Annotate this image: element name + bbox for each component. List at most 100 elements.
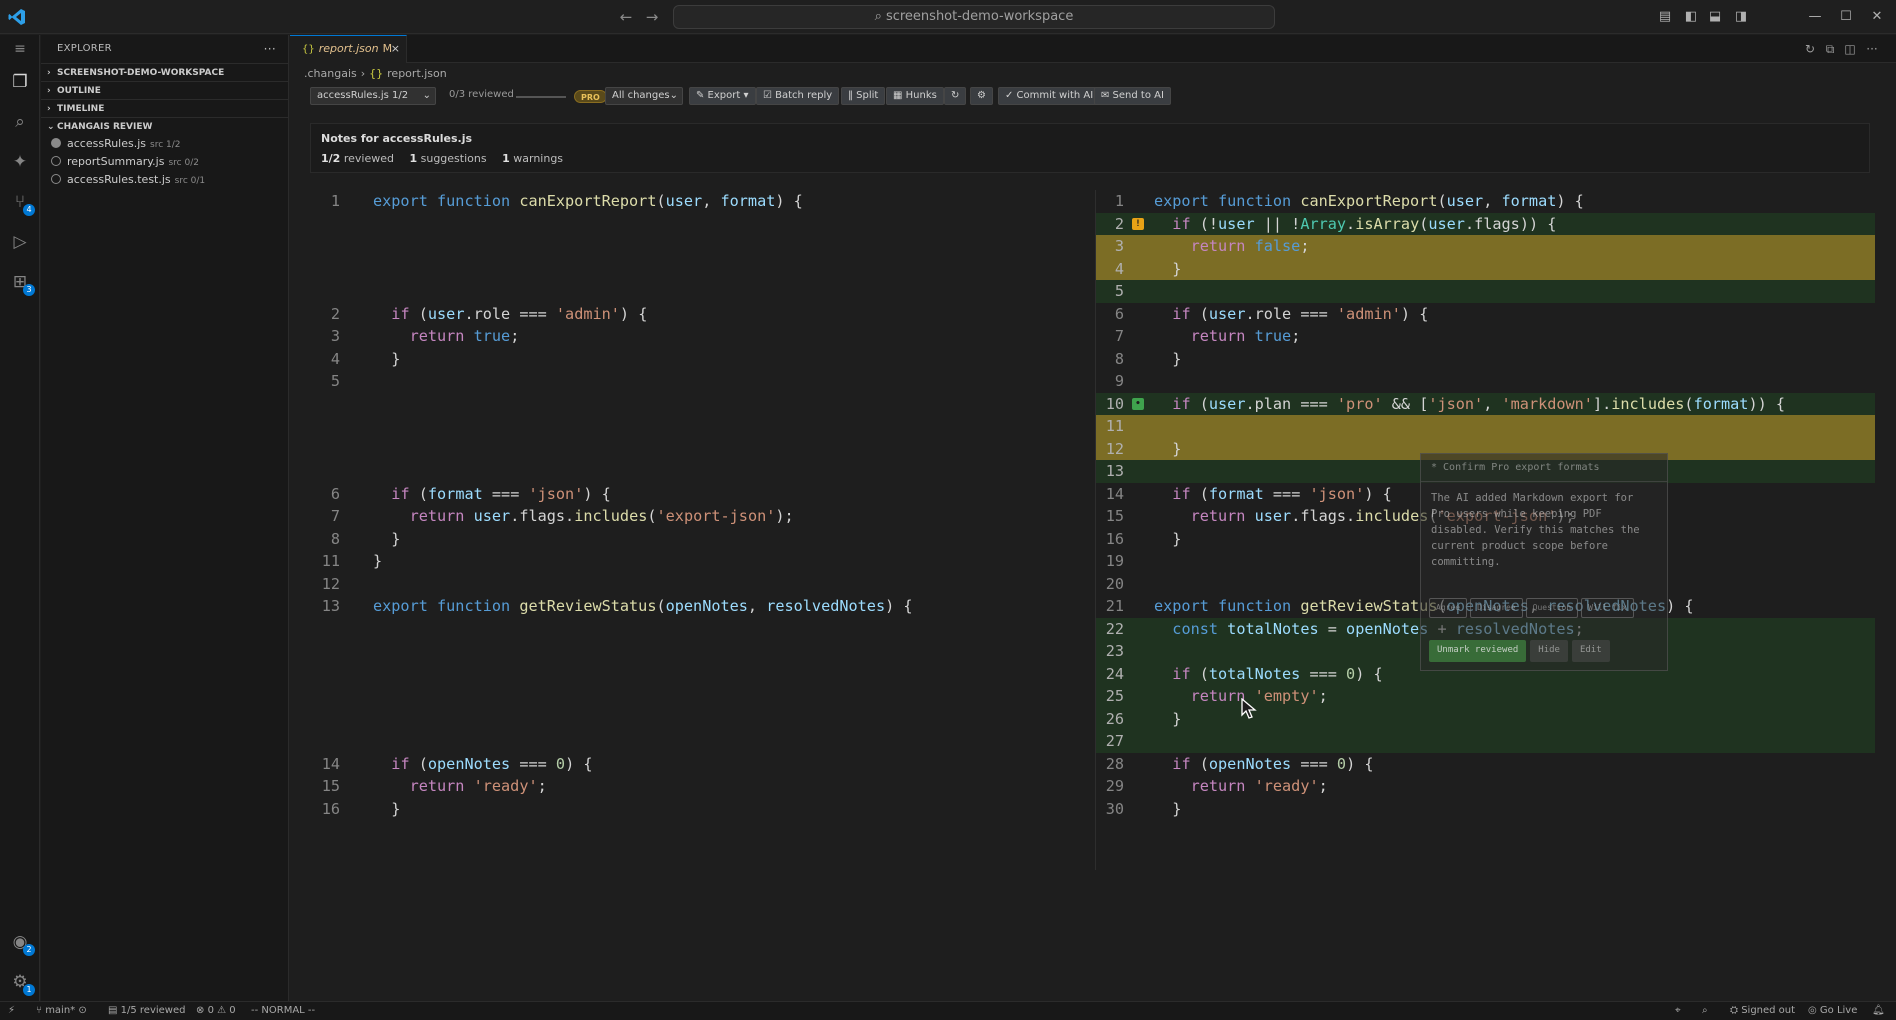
menu-icon[interactable]: ≡ xyxy=(8,37,32,61)
warning-marker-icon[interactable]: ! xyxy=(1132,217,1144,230)
code-line[interactable]: 25 return 'empty'; xyxy=(1096,685,1875,708)
code-text: return false; xyxy=(1190,237,1310,255)
problems-indicator[interactable]: ⊗ 0 ⚠ 0 xyxy=(196,1002,236,1020)
code-line[interactable]: 4} xyxy=(290,348,1093,371)
settings-gear-icon[interactable]: ⚙ 1 xyxy=(8,970,35,996)
source-control-icon[interactable]: ⑂ 4 xyxy=(8,190,35,216)
section-changais-review[interactable]: ⌄ CHANGAIS REVIEW xyxy=(41,117,288,135)
code-line[interactable]: 6 if (user.role === 'admin') { xyxy=(1096,303,1875,326)
review-file-item[interactable]: accessRules.test.js src 0/1 xyxy=(41,171,288,189)
section-timeline[interactable]: › TIMELINE xyxy=(41,99,288,117)
signed-out-status[interactable]: ⛭ Signed out xyxy=(1730,1002,1795,1020)
go-live-button[interactable]: ◎ Go Live xyxy=(1808,1002,1857,1020)
arrow-left-icon[interactable]: ← xyxy=(617,8,635,26)
tab-report-json[interactable]: {} report.json M × xyxy=(290,35,407,63)
review-status[interactable]: ▤ 1/5 reviewed xyxy=(108,1002,185,1020)
commit-with-ai-button[interactable]: ✓ Commit with AI xyxy=(998,87,1101,105)
code-line[interactable]: 7 return user.flags.includes('export-json… xyxy=(290,505,1093,528)
file-select[interactable]: accessRules.js 1/2 ⌄ xyxy=(310,87,436,105)
more-actions-icon[interactable]: ··· xyxy=(264,35,276,63)
arrow-right-icon[interactable]: → xyxy=(643,8,661,26)
hunks-button[interactable]: ▦ Hunks xyxy=(886,87,944,105)
code-line[interactable]: 11} xyxy=(290,550,1093,573)
edit-button[interactable]: Edit xyxy=(1571,640,1610,662)
agree-button[interactable]: Agree xyxy=(1429,598,1468,618)
refresh-button[interactable]: ↻ xyxy=(944,87,967,105)
toggle-panel-icon[interactable]: ⬓ xyxy=(1706,8,1724,26)
code-line[interactable]: 8} xyxy=(1096,348,1875,371)
code-line[interactable]: 2! if (!user || !Array.isArray(user.flags… xyxy=(1096,212,1875,235)
breadcrumb-file[interactable]: report.json xyxy=(387,67,447,80)
changes-filter-select[interactable]: All changes ⌄ xyxy=(605,87,683,105)
location-icon[interactable]: ⌖ xyxy=(1675,1002,1681,1020)
question-button[interactable]: Question xyxy=(1525,598,1579,618)
breadcrumb-folder[interactable]: .changais xyxy=(304,67,357,80)
toggle-secondary-sidebar-icon[interactable]: ◨ xyxy=(1732,8,1750,26)
branch-indicator[interactable]: ⑂ main* ⊙ xyxy=(36,1002,87,1020)
code-line[interactable]: 1 export function canExportReport(user, f… xyxy=(1096,190,1875,213)
more-actions-icon[interactable]: ··· xyxy=(1864,41,1880,57)
explorer-icon[interactable]: ❐ xyxy=(8,70,32,94)
review-file-item[interactable]: reportSummary.js src 0/2 xyxy=(41,153,288,171)
batch-reply-button[interactable]: ☑ Batch reply xyxy=(756,87,840,105)
notifications-bell-icon[interactable]: 🔔︎ xyxy=(1872,1002,1885,1020)
code-line[interactable]: 7 return true; xyxy=(1096,325,1875,348)
code-line[interactable]: 5 xyxy=(290,370,1093,393)
customize-layout-icon[interactable]: ▤ xyxy=(1656,8,1674,26)
code-line[interactable]: 4} xyxy=(1096,257,1875,280)
send-to-ai-button[interactable]: ✉ Send to AI xyxy=(1094,87,1171,105)
refresh-icon[interactable]: ↻ xyxy=(1802,41,1818,57)
code-line[interactable]: 10 • if (user.plan === 'pro' && ['json', '… xyxy=(1096,392,1875,415)
code-line[interactable]: 27 xyxy=(1096,730,1875,753)
code-line[interactable]: 13 export function getReviewStatus(openNo… xyxy=(290,595,1093,618)
code-line[interactable]: 28 if (openNotes === 0) { xyxy=(1096,753,1875,776)
changais-icon[interactable]: ✦ xyxy=(8,150,32,174)
code-line[interactable]: 26} xyxy=(1096,707,1875,730)
line-number: 1 xyxy=(1114,192,1124,210)
run-debug-icon[interactable]: ▷ xyxy=(8,230,32,254)
code-line[interactable]: 11 xyxy=(1096,415,1875,438)
code-line[interactable]: 1 export function canExportReport(user, f… xyxy=(290,190,1093,213)
open-changes-icon[interactable]: ⧉ xyxy=(1822,41,1838,57)
code-line[interactable]: 14 if (openNotes === 0) { xyxy=(290,753,1093,776)
zoom-icon[interactable]: ⌕ xyxy=(1702,1002,1708,1020)
code-line[interactable]: 3 return true; xyxy=(290,325,1093,348)
maximize-button[interactable]: ☐ xyxy=(1837,8,1855,26)
accounts-icon[interactable]: ◉ 2 xyxy=(8,930,35,956)
code-line[interactable]: 30} xyxy=(1096,798,1875,821)
minimize-button[interactable]: — xyxy=(1806,8,1824,26)
split-editor-icon[interactable]: ◫ xyxy=(1842,41,1858,57)
section-workspace[interactable]: › SCREENSHOT-DEMO-WORKSPACE xyxy=(41,63,288,81)
code-line[interactable]: 9 xyxy=(1096,370,1875,393)
settings-button[interactable]: ⚙ xyxy=(970,87,993,105)
reviewed-count: 0/3 reviewed xyxy=(449,89,514,100)
code-line[interactable]: 2 if (user.role === 'admin') { xyxy=(290,303,1093,326)
command-center-search[interactable]: ⌕ screenshot-demo-workspace xyxy=(673,5,1275,29)
unmark-reviewed-button[interactable]: Unmark reviewed xyxy=(1429,640,1527,662)
extensions-icon[interactable]: ⊞ 3 xyxy=(8,270,35,296)
remote-icon[interactable]: ⚡ xyxy=(8,1002,15,1020)
code-line[interactable]: 16} xyxy=(290,798,1093,821)
toggle-sidebar-icon[interactable]: ◧ xyxy=(1682,8,1700,26)
hide-button[interactable]: Hide xyxy=(1530,640,1568,662)
section-outline[interactable]: › OUTLINE xyxy=(41,81,288,99)
line-number: 26 xyxy=(1105,709,1124,728)
will-fix-button[interactable]: Will fix xyxy=(1581,598,1634,618)
code-line[interactable]: 3 return false; xyxy=(1096,235,1875,258)
disagree-button[interactable]: Disagree xyxy=(1470,598,1523,618)
code-line[interactable]: 5 xyxy=(1096,280,1875,303)
code-line[interactable]: 12 xyxy=(290,573,1093,596)
chevron-down-icon: ⌄ xyxy=(422,90,431,101)
suggestion-marker-icon[interactable]: • xyxy=(1132,397,1144,410)
code-line[interactable]: 8} xyxy=(290,528,1093,551)
export-button[interactable]: ✎ Export ▾ xyxy=(689,87,756,105)
code-text: } xyxy=(391,529,401,548)
search-icon[interactable]: ⌕ xyxy=(8,110,32,134)
close-window-button[interactable]: ✕ xyxy=(1868,8,1886,26)
review-file-item[interactable]: accessRules.js src 1/2 xyxy=(41,135,288,153)
close-tab-icon[interactable]: × xyxy=(391,36,400,62)
code-line[interactable]: 29 return 'ready'; xyxy=(1096,775,1875,798)
code-line[interactable]: 6 if (format === 'json') { xyxy=(290,483,1093,506)
split-button[interactable]: ‖ Split xyxy=(841,87,886,105)
code-line[interactable]: 15 return 'ready'; xyxy=(290,775,1093,798)
